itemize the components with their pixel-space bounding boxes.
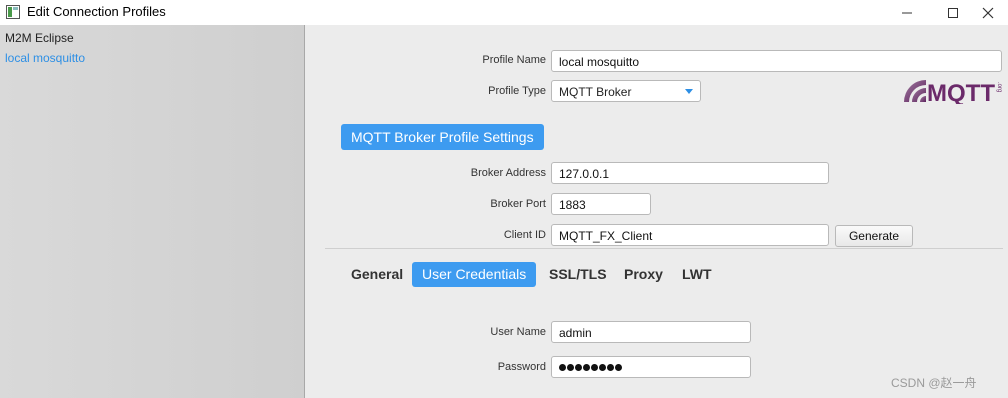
mqtt-logo: MQTT .org (904, 80, 1002, 104)
broker-settings-header: MQTT Broker Profile Settings (341, 124, 544, 150)
section-divider (325, 248, 1003, 249)
mqtt-logo-org-text: .org (996, 82, 1002, 92)
profile-list: M2M Eclipse local mosquitto (0, 25, 305, 398)
client-id-label: Client ID (503, 229, 546, 241)
password-label: Password (497, 361, 546, 373)
close-button[interactable] (968, 0, 1008, 25)
password-input[interactable] (551, 356, 751, 378)
client-id-input[interactable]: MQTT_FX_Client (551, 224, 829, 246)
password-mask-dot (591, 364, 598, 372)
profile-name-input[interactable]: local mosquitto (551, 50, 1002, 72)
tab-proxy[interactable]: Proxy (624, 262, 663, 287)
broker-address-input[interactable]: 127.0.0.1 (551, 162, 829, 184)
mqtt-logo-text: MQTT (927, 80, 995, 104)
profile-type-select[interactable]: MQTT Broker (551, 80, 701, 102)
profile-item-m2m-eclipse[interactable]: M2M Eclipse (5, 31, 74, 45)
user-name-input[interactable]: admin (551, 321, 751, 343)
profile-type-label: Profile Type (488, 85, 546, 97)
password-mask-dot (615, 364, 622, 372)
maximize-icon (948, 7, 958, 18)
password-mask-dot (599, 364, 606, 372)
password-mask-dot (583, 364, 590, 372)
title-bar: Edit Connection Profiles (0, 0, 1008, 25)
profile-type-value: MQTT Broker (559, 85, 632, 99)
password-mask-dot (575, 364, 582, 372)
password-mask-dot (559, 364, 566, 372)
minimize-icon (902, 12, 912, 13)
maximize-button[interactable] (933, 0, 973, 25)
close-icon (982, 7, 994, 18)
tab-ssl-tls[interactable]: SSL/TLS (549, 262, 607, 287)
profile-name-label: Profile Name (482, 54, 546, 66)
profile-item-local-mosquitto[interactable]: local mosquitto (5, 51, 85, 65)
password-mask-dot (607, 364, 614, 372)
minimize-button[interactable] (887, 0, 927, 25)
tab-lwt[interactable]: LWT (682, 262, 712, 287)
app-window-icon (6, 5, 20, 19)
tab-user-credentials[interactable]: User Credentials (412, 262, 537, 287)
generate-button[interactable]: Generate (835, 225, 913, 247)
broker-port-label: Broker Port (490, 198, 546, 210)
dropdown-arrow-icon (685, 89, 693, 94)
broker-port-input[interactable]: 1883 (551, 193, 651, 215)
tab-general[interactable]: General (351, 262, 403, 287)
broker-address-label: Broker Address (470, 167, 546, 179)
window-title: Edit Connection Profiles (27, 4, 166, 19)
user-name-label: User Name (490, 326, 546, 338)
watermark-text: CSDN @赵一舟 (891, 376, 977, 390)
password-mask-dot (567, 364, 574, 372)
